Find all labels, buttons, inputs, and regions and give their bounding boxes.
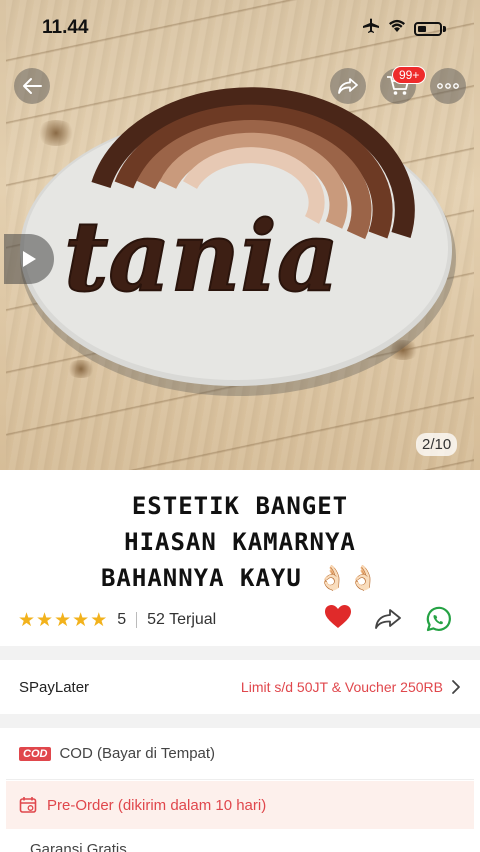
cod-label: COD (Bayar di Tempat) — [59, 745, 216, 762]
star-icon: ★ — [90, 609, 108, 631]
chevron-right-icon — [452, 680, 460, 694]
share-icon — [338, 78, 358, 94]
divider — [136, 612, 138, 628]
guarantee-row[interactable]: Garansi Gratis... — [6, 830, 474, 852]
rating-value: 5 — [117, 611, 127, 628]
rating-stars: ★ ★ ★ ★ ★ — [18, 611, 107, 630]
share-product-button[interactable] — [374, 608, 402, 635]
image-counter: 2/10 — [416, 433, 458, 456]
favorite-button[interactable] — [324, 604, 352, 635]
caption-line-2: HIASAN KAMARNYA — [124, 528, 356, 556]
guarantee-label: Garansi Gratis... — [30, 840, 140, 852]
rating-row: ★ ★ ★ ★ ★ 5 52 Terjual — [0, 596, 480, 644]
cart-badge: 99+ — [392, 66, 427, 84]
caption-line-3: BAHANNYA KAYU 👌🏻👌🏻 — [100, 564, 380, 592]
sold-count: 52 Terjual — [147, 611, 217, 628]
play-icon — [23, 251, 36, 267]
more-button[interactable] — [430, 68, 466, 104]
caption-line-1: ESTETIK BANGET — [131, 492, 349, 520]
cod-row: COD COD (Bayar di Tempat) — [6, 728, 474, 780]
share-icon — [375, 609, 401, 629]
star-icon: ★ — [54, 609, 72, 631]
airplane-icon — [362, 18, 380, 39]
preorder-row: Pre-Order (dikirim dalam 10 hari) — [6, 781, 474, 829]
more-icon — [437, 83, 459, 89]
svg-text:tania: tania — [64, 200, 339, 313]
paylater-value: Limit s/d 50JT & Voucher 250RB — [240, 679, 443, 695]
cod-badge: COD — [19, 746, 52, 761]
star-icon: ★ — [72, 609, 90, 631]
star-icon: ★ — [18, 609, 36, 631]
battery-icon — [414, 21, 446, 36]
play-video-button[interactable] — [4, 234, 54, 284]
status-time: 11.44 — [42, 17, 89, 38]
paylater-label: SPayLater — [19, 678, 90, 696]
whatsapp-icon — [426, 606, 451, 632]
section-gap — [0, 646, 480, 660]
back-icon — [23, 78, 42, 94]
share-button[interactable] — [330, 68, 366, 104]
star-icon: ★ — [36, 609, 54, 631]
product-image-carousel[interactable]: tania 11.44 99+ 2/10 — [0, 0, 480, 470]
video-caption: ESTETIK BANGET HIASAN KAMARNYA BAHANNYA … — [0, 470, 480, 592]
whatsapp-share-button[interactable] — [424, 606, 452, 639]
status-icons — [362, 18, 446, 39]
wifi-icon — [388, 19, 406, 38]
paylater-row[interactable]: SPayLater Limit s/d 50JT & Voucher 250RB — [6, 660, 474, 714]
section-gap — [0, 714, 480, 728]
calendar-icon — [19, 797, 37, 813]
status-bar: 11.44 — [0, 0, 480, 56]
back-button[interactable] — [14, 68, 50, 104]
heart-icon — [325, 605, 351, 628]
preorder-label: Pre-Order (dikirim dalam 10 hari) — [47, 796, 267, 814]
